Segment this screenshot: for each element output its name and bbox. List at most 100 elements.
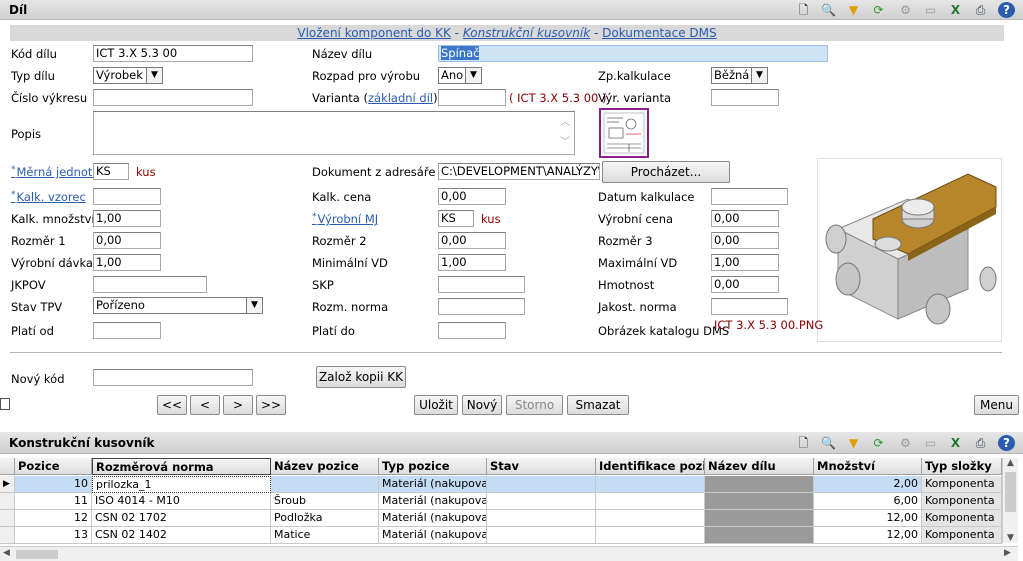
max-batch-input[interactable]: 1,00 [711, 254, 779, 271]
column-header[interactable]: Pozice [15, 458, 92, 475]
quality-standard-input[interactable] [711, 298, 788, 315]
column-header[interactable]: Rozměrová norma [92, 458, 271, 475]
scroll-thumb[interactable] [1005, 472, 1016, 512]
grid-cell[interactable]: 2,00 [814, 476, 922, 493]
bom-link[interactable]: Konstrukční kusovník [463, 26, 590, 40]
description-scrollbar[interactable]: ︿ ﹀ [557, 113, 573, 153]
excel-icon[interactable]: X [947, 2, 964, 18]
calc-price-input[interactable]: 0,00 [438, 188, 506, 205]
gear-icon[interactable]: ⚙ [897, 2, 914, 18]
excel-icon[interactable]: X [947, 435, 964, 451]
insert-components-link[interactable]: Vložení komponent do KK [297, 26, 450, 40]
grid-cell[interactable]: ISO 4014 - M10 [92, 493, 271, 510]
column-header[interactable]: Název dílu [705, 458, 814, 475]
grid-cell[interactable] [487, 510, 596, 527]
column-header[interactable]: Typ pozice [379, 458, 487, 475]
page-icon[interactable]: 🗋 [795, 435, 812, 451]
grid-cell[interactable]: Komponenta [922, 510, 1002, 527]
delete-button[interactable]: Smazat [567, 395, 629, 415]
grid-cell[interactable]: CSN 02 1402 [92, 527, 271, 544]
production-uom-input[interactable]: KS [438, 210, 474, 227]
record-checkbox[interactable] [0, 398, 10, 410]
create-bom-copy-button[interactable]: Založ kopii KK [316, 366, 406, 388]
grid-horizontal-scrollbar[interactable]: ◀ ▶ [0, 546, 1018, 561]
grid-cell[interactable]: Komponenta [922, 476, 1002, 493]
grid-cell[interactable] [596, 510, 705, 527]
calc-method-select[interactable]: Běžná ▼ [711, 67, 768, 84]
dimension3-input[interactable]: 0,00 [711, 232, 779, 249]
document-icon[interactable]: ▭ [922, 435, 939, 451]
grid-cell[interactable] [705, 510, 814, 527]
dms-link[interactable]: Dokumentace DMS [602, 26, 717, 40]
batch-size-input[interactable]: 1,00 [93, 254, 161, 271]
grid-cell[interactable]: Komponenta [922, 493, 1002, 510]
grid-cell[interactable]: prilozka_1 [92, 476, 271, 493]
production-breakdown-select[interactable]: Ano ▼ [438, 67, 482, 84]
calc-date-input[interactable] [711, 188, 788, 205]
column-header[interactable]: Název pozice [271, 458, 379, 475]
grid-cell[interactable] [596, 527, 705, 544]
grid-cell[interactable] [487, 493, 596, 510]
last-record-button[interactable]: >> [256, 395, 286, 415]
scroll-down-icon[interactable]: ▼ [1003, 533, 1018, 543]
drawing-thumbnail[interactable] [599, 108, 649, 158]
row-selector[interactable] [0, 527, 15, 544]
grid-cell[interactable]: Šroub [271, 493, 379, 510]
scroll-thumb[interactable] [16, 550, 58, 559]
unit-of-measure-link[interactable]: Měrná jednotka [11, 165, 106, 179]
grid-cell[interactable]: Matice [271, 527, 379, 544]
grid-cell[interactable] [705, 527, 814, 544]
save-button[interactable]: Uložit [414, 395, 458, 415]
refresh-icon[interactable]: ⟳ [870, 2, 887, 18]
scroll-up-icon[interactable]: ▲ [1003, 458, 1018, 468]
grid-cell[interactable]: CSN 02 1702 [92, 510, 271, 527]
browse-button[interactable]: Procházet... [602, 161, 730, 183]
part-code-input[interactable]: ICT 3.X 5.3 00 [93, 45, 253, 62]
grid-cell[interactable] [705, 493, 814, 510]
dimension1-input[interactable]: 0,00 [93, 232, 161, 249]
filter-icon[interactable]: ▼ [845, 435, 862, 451]
document-path-input[interactable]: C:\DEVELOPMENT\ANALÝZY\KC [438, 163, 600, 180]
filter-icon[interactable]: ▼ [845, 2, 862, 18]
search-icon[interactable]: 🔍 [820, 435, 837, 451]
grid-cell[interactable]: 12,00 [814, 510, 922, 527]
variant-input[interactable] [438, 89, 506, 106]
grid-cell[interactable]: Materiál (nakupova [379, 493, 487, 510]
search-icon[interactable]: 🔍 [820, 2, 837, 18]
new-button[interactable]: Nový [462, 395, 502, 415]
grid-cell[interactable] [705, 476, 814, 493]
help-icon[interactable]: ? [998, 2, 1015, 18]
dimension2-input[interactable]: 0,00 [438, 232, 506, 249]
min-batch-input[interactable]: 1,00 [438, 254, 506, 271]
grid-cell[interactable]: Materiál (nakupova [379, 476, 487, 493]
grid-cell[interactable] [487, 476, 596, 493]
grid-cell[interactable]: 12 [15, 510, 92, 527]
row-selector[interactable] [0, 510, 15, 527]
grid-cell[interactable] [271, 476, 379, 493]
help-icon[interactable]: ? [998, 435, 1015, 451]
grid-vertical-scrollbar[interactable]: ▲ ▼ [1002, 458, 1018, 543]
scroll-right-icon[interactable]: ▶ [1004, 548, 1011, 558]
scroll-left-icon[interactable]: ◀ [3, 548, 10, 558]
grid-cell[interactable] [487, 527, 596, 544]
next-record-button[interactable]: > [223, 395, 253, 415]
refresh-icon[interactable]: ⟳ [870, 435, 887, 451]
document-icon[interactable]: ▭ [922, 2, 939, 18]
valid-to-input[interactable] [438, 322, 506, 339]
calc-formula-input[interactable] [93, 188, 161, 205]
unit-of-measure-input[interactable]: KS [93, 163, 129, 180]
part-name-input[interactable]: Spínač [438, 45, 828, 62]
weight-input[interactable]: 0,00 [711, 276, 779, 293]
base-part-link[interactable]: základní díl [368, 91, 433, 105]
description-textarea[interactable] [93, 111, 575, 155]
grid-cell[interactable]: Materiál (nakupova [379, 510, 487, 527]
grid-cell[interactable]: 11 [15, 493, 92, 510]
column-header[interactable]: Identifikace pozi [596, 458, 705, 475]
row-selector[interactable] [0, 493, 15, 510]
skp-input[interactable] [438, 276, 525, 293]
grid-cell[interactable]: 13 [15, 527, 92, 544]
gear-icon[interactable]: ⚙ [897, 435, 914, 451]
column-header[interactable]: Stav [487, 458, 596, 475]
production-price-input[interactable]: 0,00 [711, 210, 779, 227]
grid-cell[interactable]: Komponenta [922, 527, 1002, 544]
